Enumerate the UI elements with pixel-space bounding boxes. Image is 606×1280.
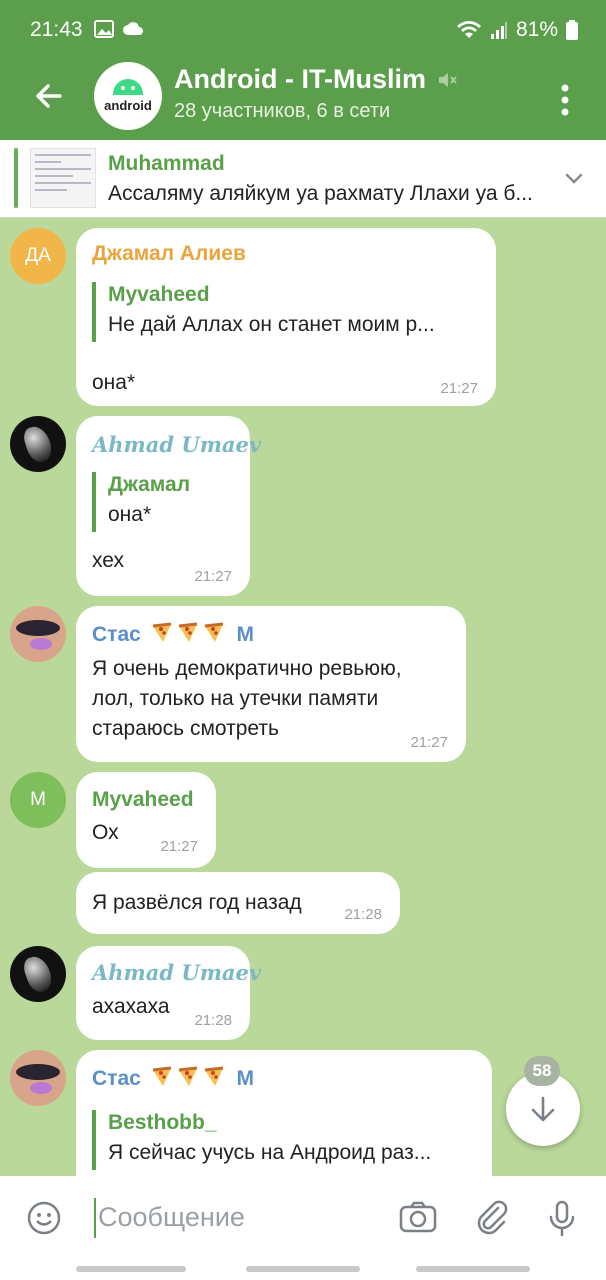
reply-text: Не дай Аллах он станет моим р... xyxy=(108,313,435,336)
message-text: она* xyxy=(92,371,136,394)
more-vert-icon[interactable] xyxy=(550,80,580,120)
message-sender: Ahmad Umaev xyxy=(92,960,262,985)
chat-title-text: Android - IT-Muslim xyxy=(174,64,426,94)
pinned-sender: Muhammad xyxy=(108,152,225,175)
message-bubble[interactable]: Я развёлся год назад 21:28 xyxy=(76,872,400,934)
avatar[interactable] xyxy=(10,606,66,662)
message-bubble[interactable]: Ahmad Umaev Джамал она* хех 21:27 xyxy=(76,416,261,596)
group-avatar[interactable]: android xyxy=(94,62,162,130)
message-input[interactable]: Сообщение xyxy=(98,1202,245,1233)
message-time: 21:27 xyxy=(440,380,478,397)
battery-icon xyxy=(566,20,578,40)
avatar-word: android xyxy=(104,98,152,113)
wifi-icon xyxy=(456,21,481,38)
text-caret xyxy=(94,1198,96,1238)
back-arrow-icon[interactable] xyxy=(28,76,68,116)
message-input-bar: Сообщение xyxy=(0,1176,606,1260)
chat-header: android Android - IT-Muslim 28 участнико… xyxy=(0,56,606,140)
nav-handle xyxy=(246,1266,360,1272)
message-text: Я очень демократично ревьюю, лол, только… xyxy=(92,657,402,740)
pinned-thumbnail xyxy=(30,148,96,208)
message-text: ахахаха xyxy=(92,995,170,1018)
pizza-emoji-icon xyxy=(204,1066,223,1086)
avatar[interactable]: M xyxy=(10,772,66,828)
chat-title[interactable]: Android - IT-Muslim xyxy=(174,64,458,95)
gallery-icon xyxy=(94,20,114,38)
android-robot-icon xyxy=(113,79,143,95)
message-time: 21:28 xyxy=(194,1012,232,1029)
pizza-emoji-icon xyxy=(152,622,171,642)
camera-icon[interactable] xyxy=(396,1196,440,1240)
message-time: 21:27 xyxy=(194,568,232,585)
nav-handle xyxy=(76,1266,186,1272)
system-nav-bar xyxy=(0,1260,606,1280)
pinned-message[interactable]: Muhammad Ассаляму аляйкум уа рахмату Лла… xyxy=(0,140,606,218)
pinned-text: Ассаляму аляйкум уа рахмату Ллахи уа б..… xyxy=(108,182,533,205)
message-time: 21:28 xyxy=(344,906,382,923)
nav-handle xyxy=(416,1266,530,1272)
avatar[interactable] xyxy=(10,1050,66,1106)
reply-sender: Джамал xyxy=(108,473,191,496)
reply-quote[interactable]: Myvaheed Не дай Аллах он станет моим р..… xyxy=(92,282,472,342)
pizza-emoji-icon xyxy=(152,1066,171,1086)
message-bubble[interactable]: Джамал Алиев Myvaheed Не дай Аллах он ст… xyxy=(76,228,496,406)
message-text: хех xyxy=(92,549,124,572)
avatar[interactable] xyxy=(10,416,66,472)
avatar[interactable]: ДА xyxy=(10,228,66,284)
paperclip-icon[interactable] xyxy=(470,1196,514,1240)
cloud-icon xyxy=(123,22,143,35)
reply-quote[interactable]: Besthobb_ Я сейчас учусь на Андроид раз.… xyxy=(92,1110,452,1170)
reply-text: она* xyxy=(108,503,152,526)
message-bubble[interactable]: Ahmad Umaev ахахаха 21:28 xyxy=(76,946,261,1040)
message-bubble[interactable]: Стас M Besthobb_ Я сейчас учусь на Андро… xyxy=(76,1050,492,1176)
chat-subtitle: 28 участников, 6 в сети xyxy=(174,100,391,122)
pinned-indicator xyxy=(14,148,18,208)
avatar[interactable] xyxy=(10,946,66,1002)
reply-quote[interactable]: Джамал она* xyxy=(92,472,222,532)
message-bubble[interactable]: Стас M Я очень демократично ревьюю, лол,… xyxy=(76,606,466,762)
pizza-emoji-icon xyxy=(204,622,223,642)
message-bubble[interactable]: Myvaheed Ох 21:27 xyxy=(76,772,216,868)
message-sender: Ahmad Umaev xyxy=(92,432,262,457)
message-text: Ох xyxy=(92,821,119,844)
reply-sender: Myvaheed xyxy=(108,283,210,306)
status-time: 21:43 xyxy=(30,18,83,41)
message-sender: Стас M xyxy=(92,622,254,646)
message-sender: Стас M xyxy=(92,1066,254,1090)
reply-text: Я сейчас учусь на Андроид раз... xyxy=(108,1141,432,1164)
chevron-down-icon[interactable] xyxy=(562,166,586,190)
battery-percent: 81% xyxy=(515,18,558,41)
message-time: 21:27 xyxy=(160,838,198,855)
unread-count-badge: 58 xyxy=(524,1056,560,1086)
muted-icon xyxy=(438,72,457,87)
message-sender: Джамал Алиев xyxy=(92,242,246,265)
status-bar: 21:43 81% xyxy=(0,0,606,56)
microphone-icon[interactable] xyxy=(540,1196,584,1240)
message-time: 21:27 xyxy=(410,734,448,751)
emoji-icon[interactable] xyxy=(22,1196,66,1240)
message-sender: Myvaheed xyxy=(92,788,194,811)
message-list[interactable]: ДА Джамал Алиев Myvaheed Не дай Аллах он… xyxy=(0,218,606,1176)
reply-sender: Besthobb_ xyxy=(108,1111,217,1134)
signal-icon xyxy=(490,22,507,39)
arrow-down-icon xyxy=(531,1096,555,1122)
pizza-emoji-icon xyxy=(178,622,197,642)
pizza-emoji-icon xyxy=(178,1066,197,1086)
message-text: Я развёлся год назад xyxy=(92,891,302,914)
